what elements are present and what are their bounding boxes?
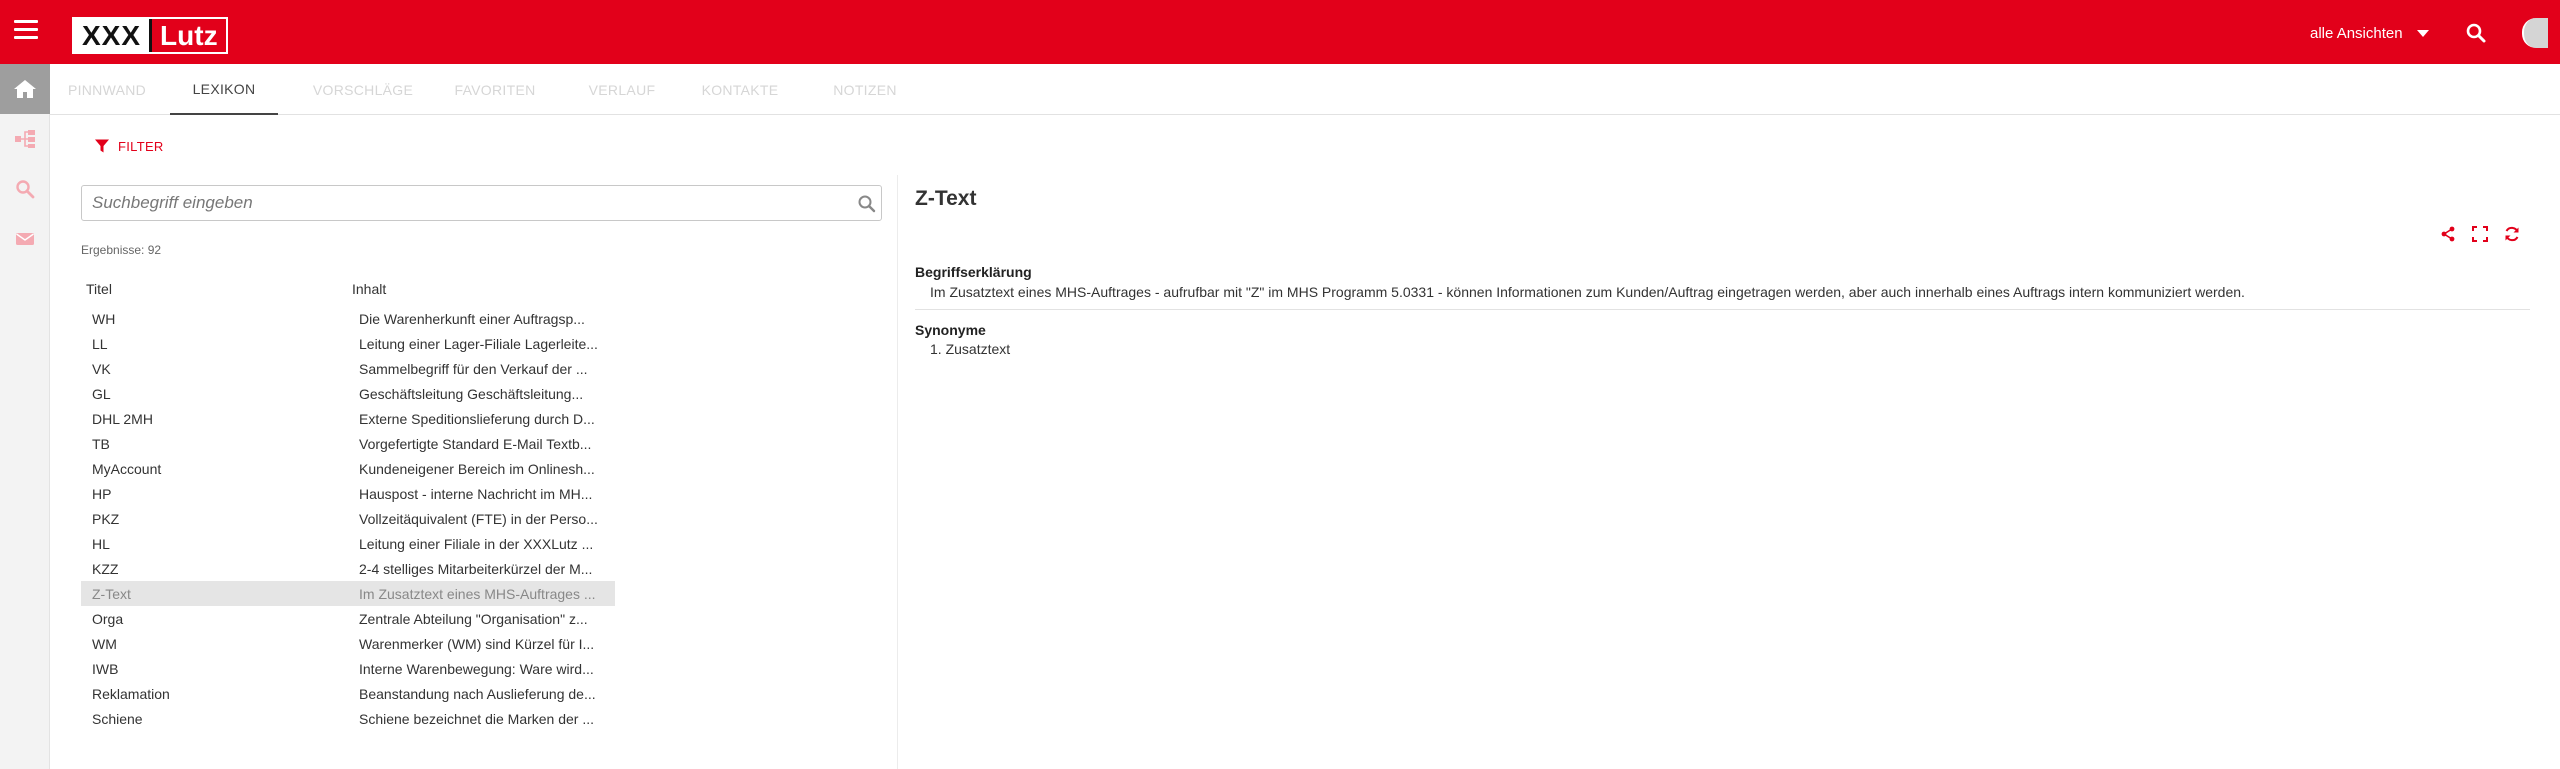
table-row[interactable]: Reklamation Beanstandung nach Auslieferun… xyxy=(81,681,615,706)
definition-text: Im Zusatztext eines MHS-Auftrages - aufr… xyxy=(930,284,2245,300)
table-row[interactable]: WM Warenmerker (WM) sind Kürzel für I... xyxy=(81,631,615,656)
row-content: Warenmerker (WM) sind Kürzel für I... xyxy=(359,636,595,652)
refresh-icon[interactable] xyxy=(2504,226,2520,242)
table-row[interactable]: WH Die Warenherkunft einer Auftragsp... xyxy=(81,306,615,331)
row-content: Vorgefertigte Standard E-Mail Textb... xyxy=(359,436,592,452)
row-title: Reklamation xyxy=(92,686,170,702)
filter-funnel-icon xyxy=(95,139,109,153)
row-title: IWB xyxy=(92,661,119,677)
row-content: Schiene bezeichnet die Marken der ... xyxy=(359,711,595,727)
search-icon[interactable] xyxy=(0,164,50,214)
tab-notizen[interactable]: NOTIZEN xyxy=(823,64,907,115)
lexicon-list: WH Die Warenherkunft einer Auftragsp... L… xyxy=(81,306,615,731)
row-content: Zentrale Abteilung "Organisation" z... xyxy=(359,611,588,627)
row-content: 2-4 stelliges Mitarbeiterkürzel der M... xyxy=(359,561,593,577)
detail-actions xyxy=(2440,226,2536,242)
detail-title: Z-Text xyxy=(915,187,977,210)
sitemap-icon[interactable] xyxy=(0,114,50,164)
row-title: MyAccount xyxy=(92,461,162,477)
table-row[interactable]: VK Sammelbegriff für den Verkauf der ... xyxy=(81,356,615,381)
row-title: DHL 2MH xyxy=(92,411,153,427)
table-row[interactable]: Orga Zentrale Abteilung "Organisation" z.… xyxy=(81,606,615,631)
tab-verlauf[interactable]: VERLAUF xyxy=(580,64,664,115)
tab-bar: PINNWAND LEXIKON VORSCHLÄGE FAVORITEN VE… xyxy=(50,64,2560,115)
share-icon[interactable] xyxy=(2440,226,2456,242)
search-icon[interactable] xyxy=(2465,22,2487,44)
row-title: PKZ xyxy=(92,511,120,527)
row-content: Externe Speditionslieferung durch D... xyxy=(359,411,595,427)
row-title: WH xyxy=(92,311,116,327)
row-content: Leitung einer Filiale in der XXXLutz ... xyxy=(359,536,594,552)
logo-part-2: Lutz xyxy=(149,19,222,52)
synonym-item: 1. Zusatztext xyxy=(930,341,1011,357)
row-title: LL xyxy=(92,336,108,352)
definition-label: Begriffserklärung xyxy=(915,264,1032,280)
row-title: WM xyxy=(92,636,117,652)
magnifier-icon[interactable] xyxy=(857,194,877,214)
row-content: Beanstandung nach Auslieferung de... xyxy=(359,686,596,702)
row-title: HP xyxy=(92,486,112,502)
home-icon[interactable] xyxy=(0,64,50,114)
views-label: alle Ansichten xyxy=(2310,25,2403,42)
row-title: KZZ xyxy=(92,561,119,577)
row-content: Geschäftsleitung Geschäftsleitung... xyxy=(359,386,584,402)
table-row-selected[interactable]: Z-Text Im Zusatztext eines MHS-Auftrages … xyxy=(81,581,615,606)
search-box xyxy=(81,185,882,221)
column-header-content[interactable]: Inhalt xyxy=(352,281,386,297)
table-row[interactable]: DHL 2MH Externe Speditionslieferung durch… xyxy=(81,406,615,431)
synonyms-label: Synonyme xyxy=(915,322,986,338)
row-content: Interne Warenbewegung: Ware wird... xyxy=(359,661,594,677)
mail-icon[interactable] xyxy=(0,214,50,264)
left-rail xyxy=(0,64,50,769)
table-row[interactable]: KZZ 2-4 stelliges Mitarbeiterkürzel der M… xyxy=(81,556,615,581)
column-header-title[interactable]: Titel xyxy=(86,281,112,297)
row-content: Im Zusatztext eines MHS-Auftrages ... xyxy=(359,586,596,602)
tab-kontakte[interactable]: KONTAKTE xyxy=(693,64,787,115)
filter-label: FILTER xyxy=(118,138,164,154)
tab-lexikon[interactable]: LEXIKON xyxy=(170,64,278,115)
views-dropdown[interactable]: alle Ansichten xyxy=(2310,25,2429,42)
row-content: Leitung einer Lager-Filiale Lagerleite..… xyxy=(359,336,598,352)
table-row[interactable]: HP Hauspost - interne Nachricht im MH... xyxy=(81,481,615,506)
row-title: TB xyxy=(92,436,110,452)
section-divider xyxy=(915,309,2530,310)
table-row[interactable]: IWB Interne Warenbewegung: Ware wird... xyxy=(81,656,615,681)
hamburger-menu-icon[interactable] xyxy=(14,20,38,44)
row-title: Z-Text xyxy=(92,586,131,602)
table-row[interactable]: GL Geschäftsleitung Geschäftsleitung... xyxy=(81,381,615,406)
table-row[interactable]: Schiene Schiene bezeichnet die Marken der… xyxy=(81,706,615,731)
top-bar: XXX Lutz alle Ansichten xyxy=(0,0,2560,64)
logo[interactable]: XXX Lutz xyxy=(72,17,228,54)
table-row[interactable]: MyAccount Kundeneigener Bereich im Online… xyxy=(81,456,615,481)
row-content: Kundeneigener Bereich im Onlinesh... xyxy=(359,461,595,477)
row-content: Hauspost - interne Nachricht im MH... xyxy=(359,486,593,502)
panel-divider xyxy=(897,175,898,769)
filter-button[interactable]: FILTER xyxy=(94,138,164,154)
row-title: Orga xyxy=(92,611,124,627)
row-title: Schiene xyxy=(92,711,143,727)
row-content: Vollzeitäquivalent (FTE) in der Perso... xyxy=(359,511,598,527)
row-content: Sammelbegriff für den Verkauf der ... xyxy=(359,361,588,377)
results-count: Ergebnisse: 92 xyxy=(81,243,162,257)
tab-pinnwand[interactable]: PINNWAND xyxy=(64,64,150,115)
table-row[interactable]: HL Leitung einer Filiale in der XXXLutz .… xyxy=(81,531,615,556)
fullscreen-icon[interactable] xyxy=(2472,226,2488,242)
caret-down-icon xyxy=(2416,30,2429,37)
row-title: GL xyxy=(92,386,111,402)
row-title: HL xyxy=(92,536,110,552)
logo-part-1: XXX xyxy=(74,19,150,52)
search-input[interactable] xyxy=(92,191,832,215)
tab-vorschlaege[interactable]: VORSCHLÄGE xyxy=(308,64,418,115)
tab-favoriten[interactable]: FAVORITEN xyxy=(446,64,544,115)
table-row[interactable]: TB Vorgefertigte Standard E-Mail Textb... xyxy=(81,431,615,456)
row-title: VK xyxy=(92,361,111,377)
avatar[interactable] xyxy=(2522,18,2548,48)
table-row[interactable]: PKZ Vollzeitäquivalent (FTE) in der Perso… xyxy=(81,506,615,531)
table-row[interactable]: LL Leitung einer Lager-Filiale Lagerleite… xyxy=(81,331,615,356)
row-content: Die Warenherkunft einer Auftragsp... xyxy=(359,311,585,327)
